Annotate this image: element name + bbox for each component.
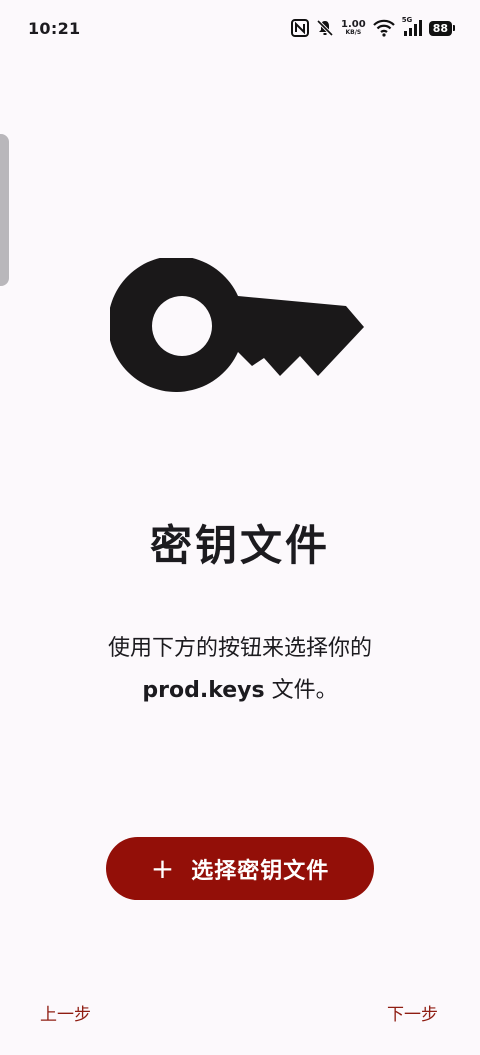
plus-icon: +	[150, 851, 176, 885]
next-step-button[interactable]: 下一步	[387, 1000, 438, 1025]
description-line1: 使用下方的按钮来选择你的	[107, 636, 372, 661]
signal-icon: 5G	[402, 16, 422, 37]
page-title: 密钥文件	[149, 521, 330, 570]
description-rest: 文件。	[264, 678, 338, 703]
mute-icon	[316, 19, 334, 37]
key-icon	[110, 258, 364, 392]
select-key-file-button[interactable]: + 选择密钥文件	[106, 837, 374, 900]
side-drawer-handle[interactable]	[0, 134, 9, 286]
select-key-file-label: 选择密钥文件	[191, 858, 330, 884]
status-bar: 10:21 1.00 KB/S 5G 88	[0, 0, 480, 56]
net-speed: 1.00 KB/S	[341, 19, 366, 36]
description: 使用下方的按钮来选择你的 prod.keys 文件。	[0, 628, 480, 712]
wifi-icon	[372, 19, 395, 37]
status-icons: 1.00 KB/S 5G 88	[291, 16, 456, 37]
nfc-icon	[291, 19, 309, 37]
description-line2: prod.keys 文件。	[0, 670, 480, 712]
previous-step-button[interactable]: 上一步	[40, 1000, 91, 1025]
battery-icon: 88	[428, 20, 456, 36]
status-time: 10:21	[28, 18, 81, 38]
filename-text: prod.keys	[142, 678, 265, 703]
